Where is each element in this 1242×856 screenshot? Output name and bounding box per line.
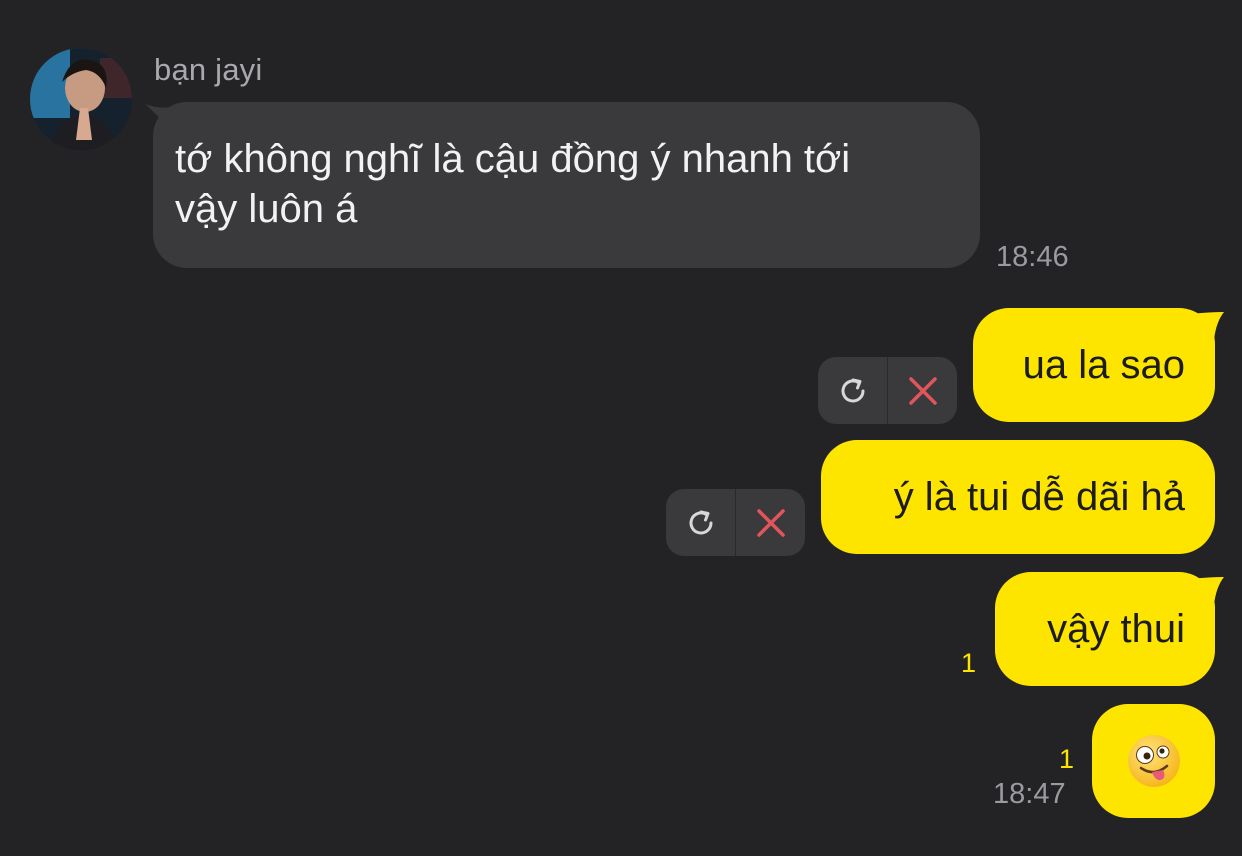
outgoing-message-bubble[interactable]: vậy thui <box>995 572 1215 686</box>
failed-message-actions <box>818 357 957 424</box>
chat-room: bạn jayi tớ không nghĩ là cậu đồng ý nha… <box>0 0 1242 856</box>
close-icon <box>756 508 785 537</box>
sender-avatar[interactable] <box>30 48 132 150</box>
sender-name: bạn jayi <box>154 52 263 87</box>
incoming-message-bubble[interactable]: tớ không nghĩ là cậu đồng ý nhanh tới vậ… <box>153 102 980 268</box>
outgoing-message-text: ý là tui dễ dãi hả <box>893 474 1185 519</box>
resend-button[interactable] <box>818 357 887 424</box>
zany-face-icon <box>1127 735 1180 787</box>
outgoing-message-text: ua la sao <box>1022 342 1185 387</box>
outgoing-message-text: vậy thui <box>1047 606 1185 651</box>
outgoing-time: 18:47 <box>993 778 1066 810</box>
resend-button[interactable] <box>666 489 735 556</box>
outgoing-emoji-bubble[interactable] <box>1092 704 1215 818</box>
incoming-time: 18:46 <box>996 241 1069 273</box>
refresh-icon <box>841 378 864 402</box>
failed-message-actions <box>666 489 805 556</box>
refresh-icon <box>689 510 712 534</box>
delete-button[interactable] <box>736 489 805 556</box>
incoming-message-line-2: vậy luôn á <box>175 187 358 231</box>
outgoing-message-bubble[interactable]: ý là tui dễ dãi hả <box>821 440 1215 554</box>
outgoing-message-bubble[interactable]: ua la sao <box>973 308 1215 422</box>
unread-count: 1 <box>1059 744 1075 774</box>
delete-button[interactable] <box>888 357 957 424</box>
close-icon <box>908 376 937 405</box>
unread-count: 1 <box>961 648 977 678</box>
incoming-message-line-1: tớ không nghĩ là cậu đồng ý nhanh tới <box>175 137 851 181</box>
